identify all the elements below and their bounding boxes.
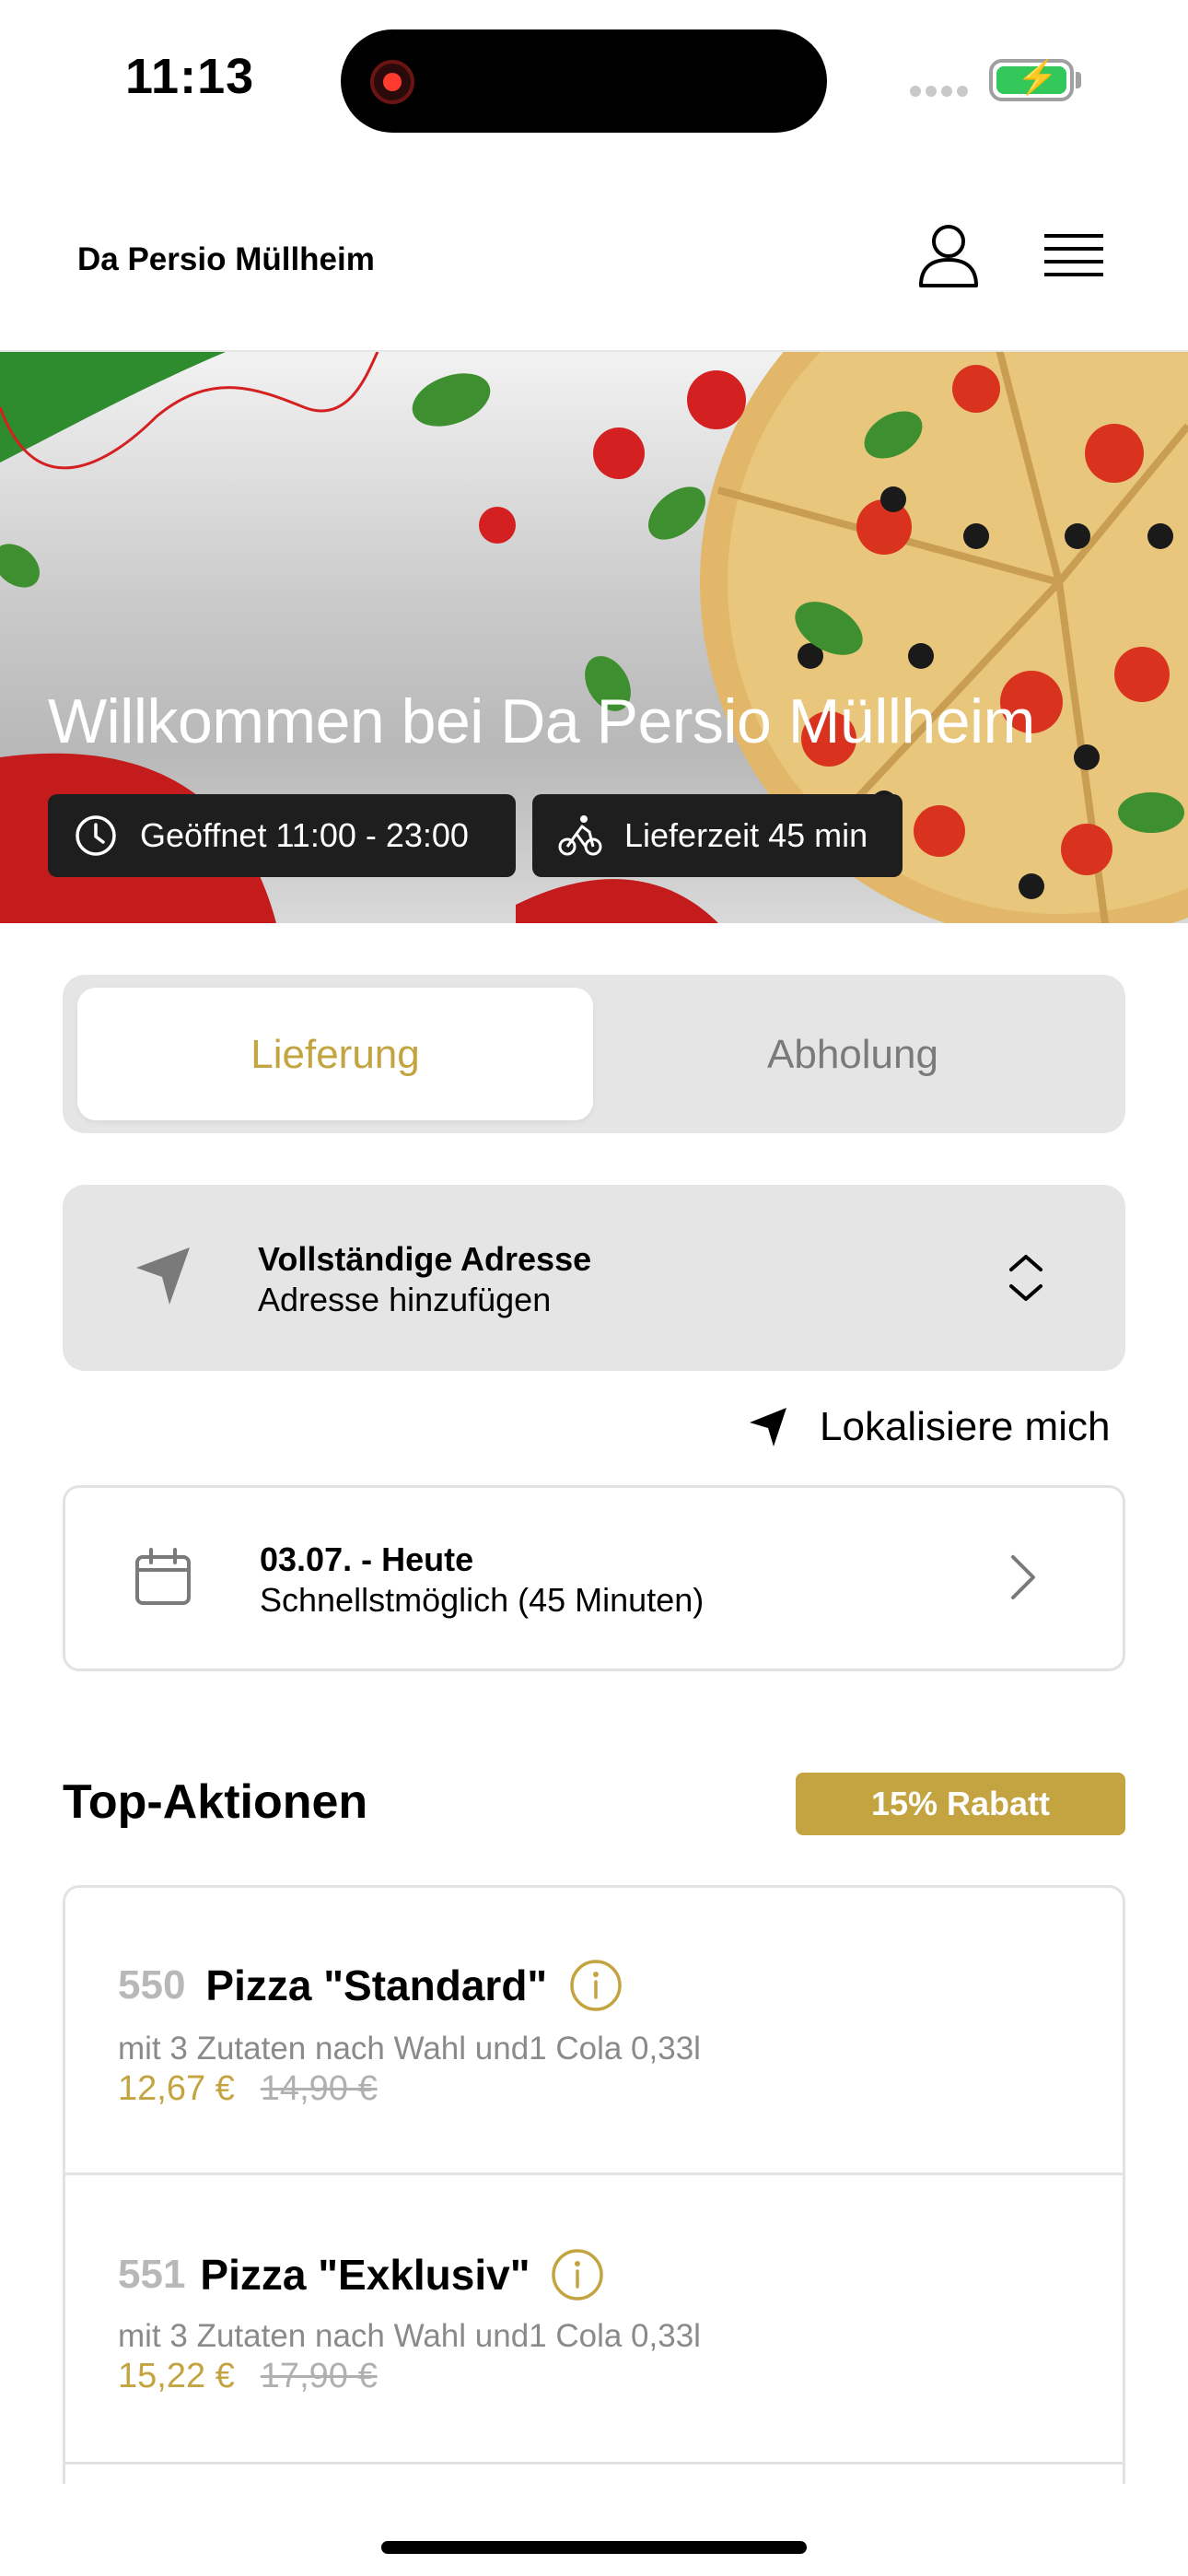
list-item[interactable]: 551 Pizza "Exklusiv" [118,2248,604,2301]
locate-me-button[interactable]: Lokalisiere mich [748,1404,1110,1450]
locate-me-label: Lokalisiere mich [820,1404,1111,1449]
cellular-signal-icon [910,85,973,98]
address-subtitle: Adresse hinzufügen [258,1281,552,1318]
menu-icon[interactable] [1044,230,1103,284]
opening-hours-text: Geöffnet 11:00 - 23:00 [140,816,469,854]
delivery-time-text: Lieferzeit 45 min [624,816,868,854]
opening-hours-chip: Geöffnet 11:00 - 23:00 [48,794,516,877]
item-name: Pizza "Exklusiv" [200,2251,530,2299]
section-title-top-actions: Top-Aktionen [63,1775,368,1829]
tab-pickup[interactable]: Abholung [595,1032,1111,1078]
item-price-row: 12,67 € 14,90 € [118,2069,378,2109]
address-selector[interactable] [63,1185,1125,1371]
battery-icon: ⚡ [989,59,1074,101]
home-indicator[interactable] [381,2541,807,2554]
item-price-row: 15,22 € 17,90 € [118,2357,378,2396]
chevron-right-icon [1011,1555,1035,1599]
item-price: 12,67 € [118,2069,235,2108]
info-icon[interactable] [551,2248,604,2301]
item-old-price: 17,90 € [260,2357,378,2395]
item-number: 551 [118,2252,186,2297]
calendar-icon [135,1548,191,1605]
info-icon[interactable] [569,1959,623,2012]
item-number: 550 [118,1962,186,2008]
navigation-arrow-icon [136,1247,190,1305]
restaurant-name[interactable]: Da Persio Müllheim [77,241,375,278]
location-arrow-icon [750,1408,786,1446]
status-time: 11:13 [125,49,255,104]
list-item[interactable]: 550 Pizza "Standard" [118,1959,623,2012]
address-title: Vollständige Adresse [258,1240,592,1278]
user-icon[interactable] [917,223,980,289]
recording-indicator-icon [370,60,414,104]
row-divider [64,2172,1124,2175]
delivery-date: 03.07. - Heute [260,1540,474,1578]
row-divider [64,2462,1124,2465]
item-description: mit 3 Zutaten nach Wahl und1 Cola 0,33l [118,2031,701,2067]
updown-chevron-icon [1009,1255,1042,1301]
hero-title: Willkommen bei Da Persio Müllheim [48,686,1035,756]
item-name: Pizza "Standard" [205,1961,548,2009]
item-description: mit 3 Zutaten nach Wahl und1 Cola 0,33l [118,2318,701,2354]
item-old-price: 14,90 € [260,2069,378,2108]
battery-tip [1076,72,1081,88]
delivery-time-selector[interactable] [63,1485,1125,1671]
item-price: 15,22 € [118,2357,235,2395]
delivery-time-option: Schnellstmöglich (45 Minuten) [260,1581,705,1619]
clock-icon [76,815,116,856]
discount-badge: 15% Rabatt [796,1773,1125,1835]
bike-icon [558,815,602,856]
delivery-time-chip: Lieferzeit 45 min [532,794,903,877]
tab-delivery[interactable]: Lieferung [77,1032,593,1078]
